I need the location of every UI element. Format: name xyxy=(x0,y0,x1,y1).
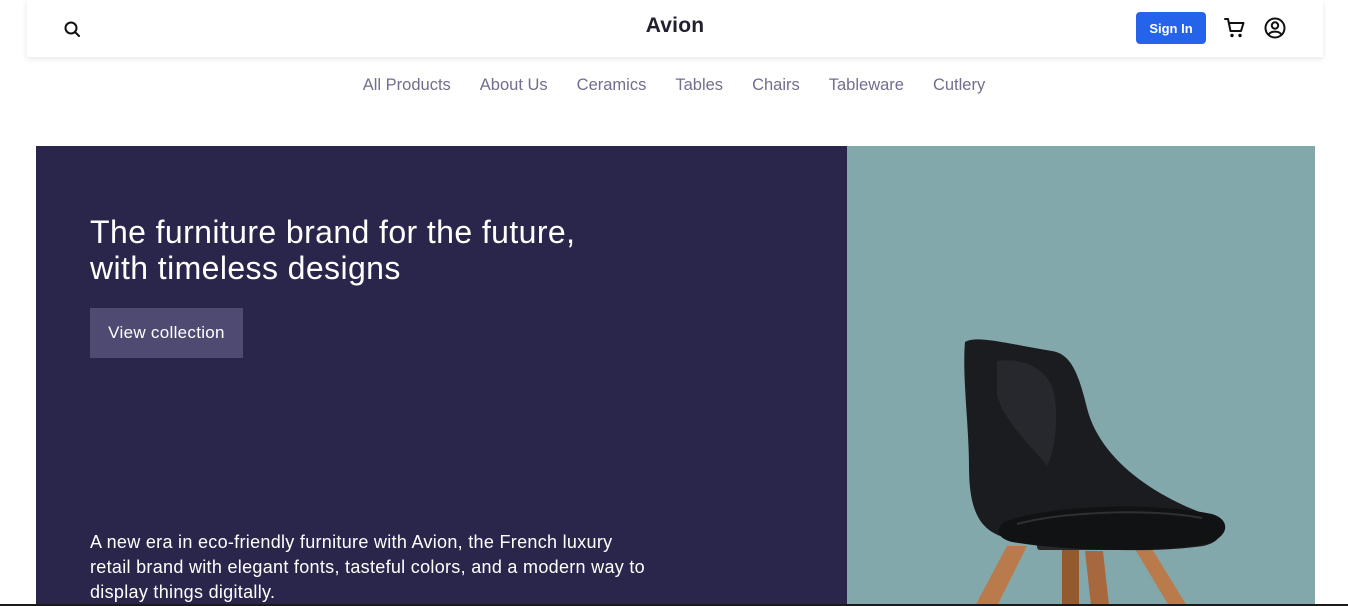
brand-logo[interactable]: Avion xyxy=(27,14,1323,38)
cart-icon xyxy=(1224,18,1245,38)
nav-item-cutlery[interactable]: Cutlery xyxy=(933,74,985,96)
category-nav: All Products About Us Ceramics Tables Ch… xyxy=(0,74,1348,96)
view-collection-button[interactable]: View collection xyxy=(90,308,243,358)
site-header: Avion Sign In xyxy=(27,0,1323,57)
chair-image xyxy=(964,339,1226,606)
hero-title: The furniture brand for the future, with… xyxy=(90,214,576,286)
account-button[interactable] xyxy=(1263,16,1287,40)
nav-item-all-products[interactable]: All Products xyxy=(363,74,451,96)
nav-item-about-us[interactable]: About Us xyxy=(480,74,548,96)
cart-button[interactable] xyxy=(1223,16,1247,40)
hero-panel: The furniture brand for the future, with… xyxy=(36,146,847,606)
nav-item-ceramics[interactable]: Ceramics xyxy=(577,74,647,96)
nav-item-tables[interactable]: Tables xyxy=(675,74,723,96)
sign-in-button[interactable]: Sign In xyxy=(1136,12,1206,44)
nav-item-tableware[interactable]: Tableware xyxy=(829,74,904,96)
nav-item-chairs[interactable]: Chairs xyxy=(752,74,800,96)
hero-image xyxy=(847,146,1315,606)
user-circle-icon xyxy=(1264,17,1286,39)
hero-description: A new era in eco-friendly furniture with… xyxy=(90,532,645,602)
